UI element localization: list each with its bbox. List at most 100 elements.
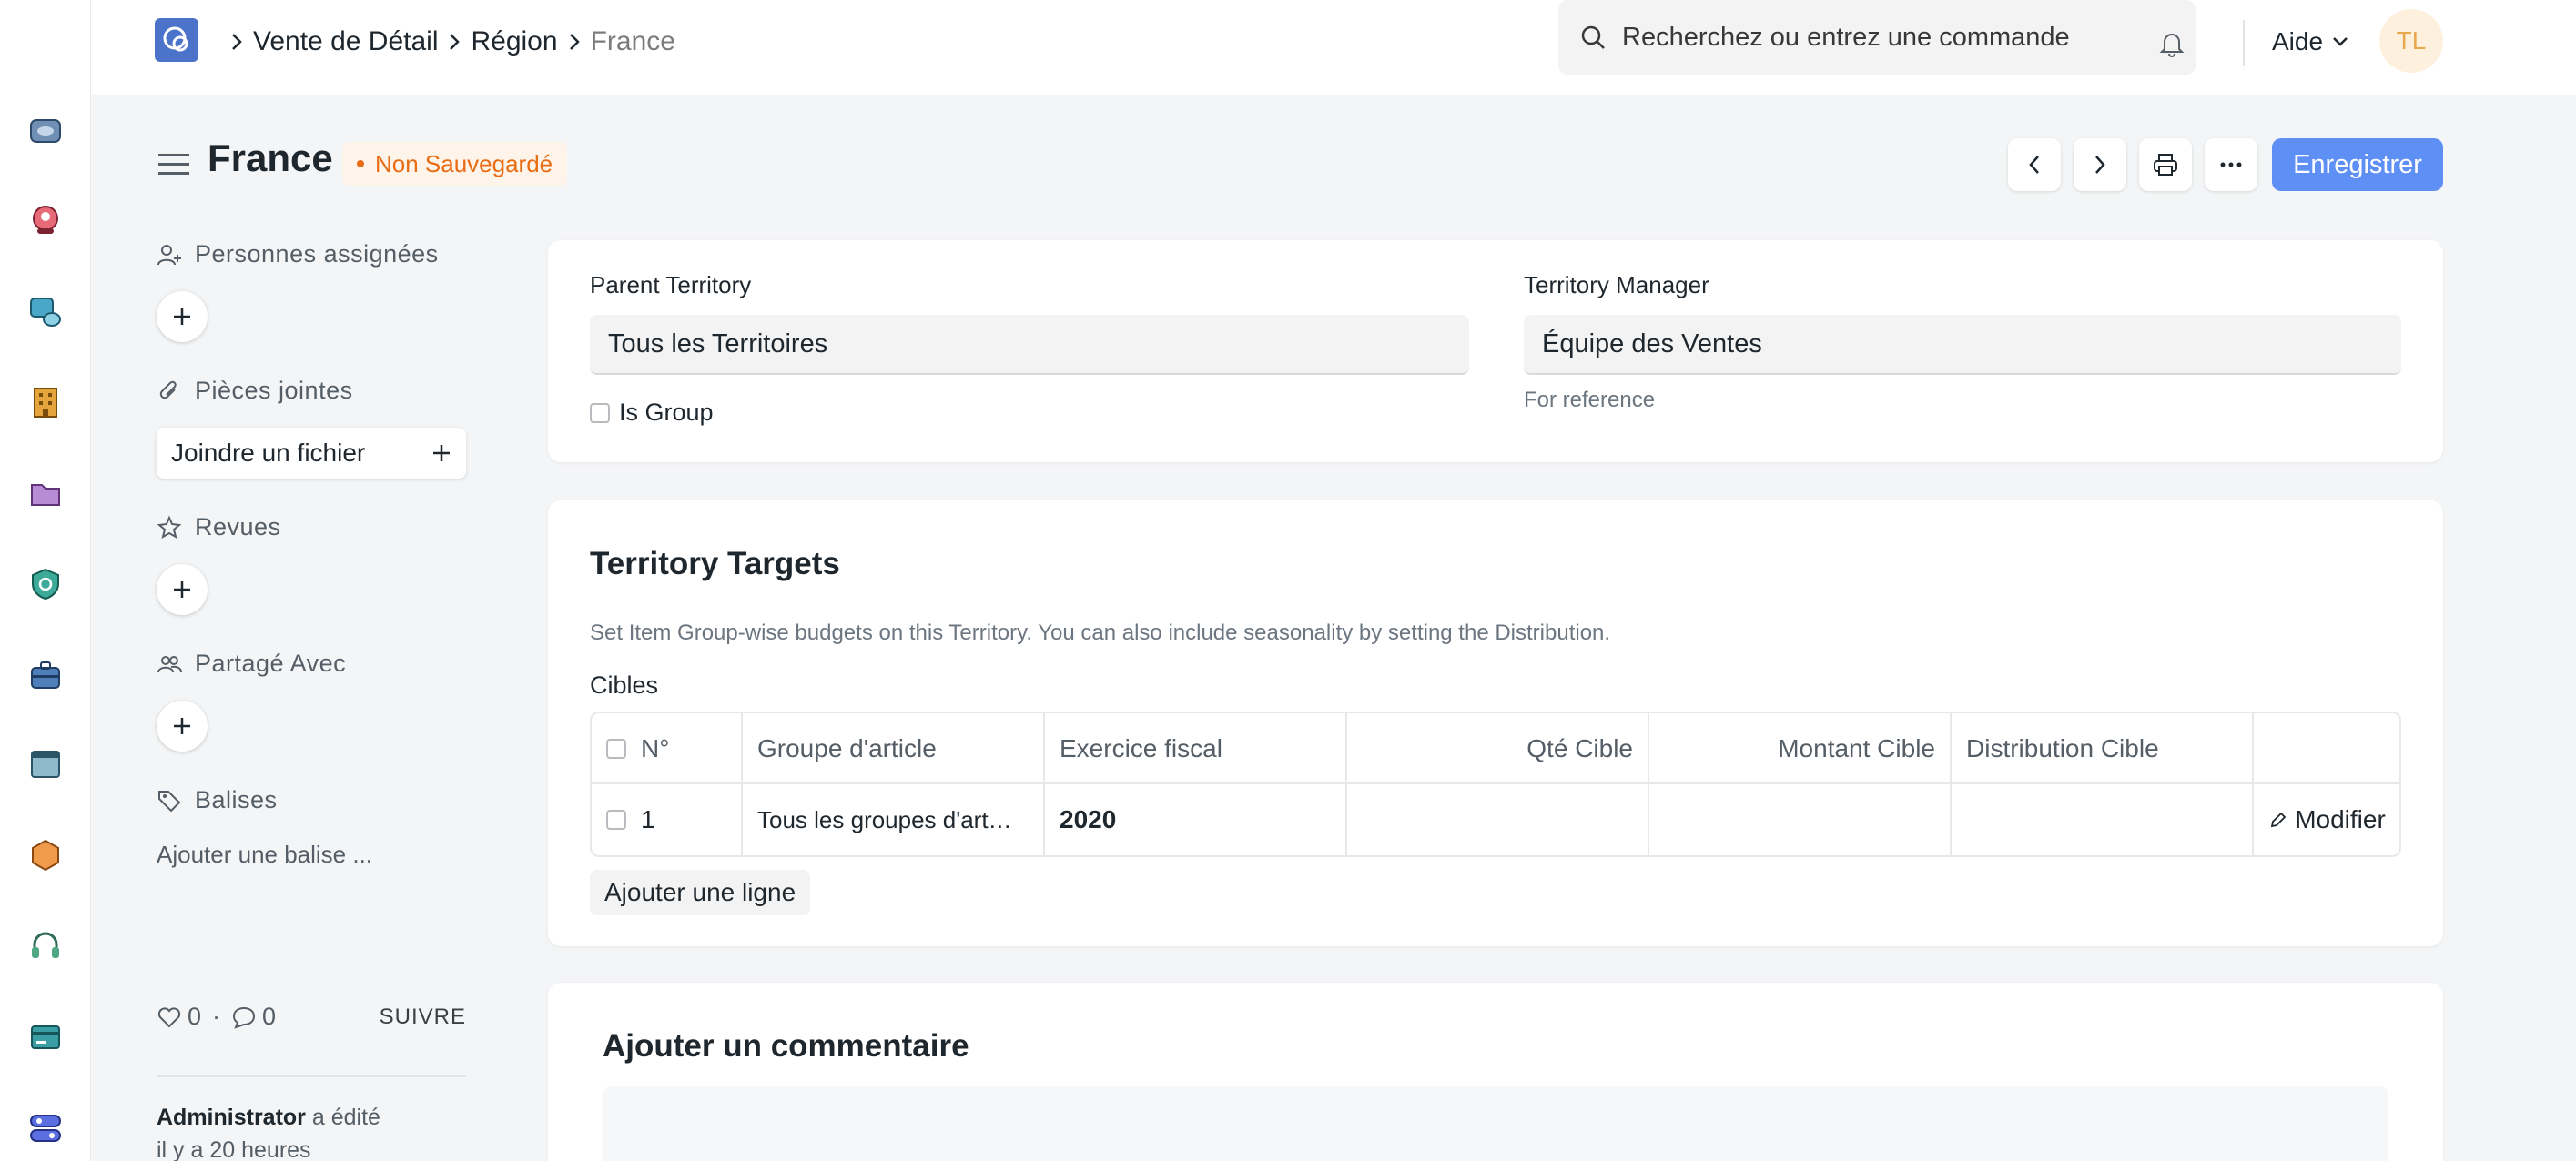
parent-territory-field[interactable]: Tous les Territoires: [590, 315, 1469, 375]
folder-icon[interactable]: [27, 475, 64, 511]
follow-button[interactable]: SUIVRE: [380, 1005, 466, 1030]
breadcrumb: Vente de Détail Région France: [220, 24, 675, 60]
is-group-label: Is Group: [619, 399, 714, 426]
search-placeholder: Recherchez ou entrez une commande: [1622, 22, 2070, 52]
likes-count: 0: [188, 1003, 202, 1030]
parent-territory-value: Tous les Territoires: [608, 328, 828, 358]
target-amount-cell[interactable]: [1649, 784, 1952, 855]
pencil-icon: [2271, 812, 2287, 828]
quality-icon[interactable]: [27, 566, 64, 602]
add-share-button[interactable]: [157, 701, 208, 752]
edit-row-button[interactable]: Modifier: [2254, 784, 2401, 855]
save-button[interactable]: Enregistrer: [2272, 138, 2443, 191]
chevron-down-icon: [2333, 37, 2348, 46]
crm-icon[interactable]: [27, 202, 64, 238]
stats-separator: ·: [212, 1003, 221, 1030]
activity-action: a édité: [311, 1105, 380, 1130]
sidebar-divider: [157, 1075, 466, 1077]
status-label: Non Sauvegardé: [375, 149, 553, 177]
buildings-icon[interactable]: [27, 384, 64, 420]
row-number: 1: [641, 805, 655, 833]
checkbox-icon[interactable]: [590, 402, 610, 423]
more-horizontal-icon: [2220, 162, 2242, 167]
territory-manager-hint: For reference: [1524, 388, 1656, 412]
top-navbar: Vente de Détail Région France Recherchez…: [91, 0, 2576, 95]
avatar[interactable]: TL: [2379, 9, 2443, 73]
territory-manager-label: Territory Manager: [1524, 271, 1709, 298]
help-label: Aide: [2272, 27, 2324, 56]
attachments-label: Pièces jointes: [195, 377, 353, 404]
plus-icon: [174, 718, 190, 734]
hamburger-menu-icon[interactable]: [158, 151, 189, 177]
chevron-right-icon: [449, 33, 461, 51]
table-row[interactable]: 1 Tous les groupes d'art… 2020 Modifier: [592, 784, 2399, 855]
assigned-label: Personnes assignées: [195, 240, 439, 268]
reviews-section: Revues: [157, 513, 281, 541]
section-title[interactable]: Territory Targets: [590, 546, 840, 582]
payroll-icon[interactable]: [27, 1019, 64, 1055]
next-doc-button[interactable]: [2074, 138, 2126, 191]
territory-manager-field[interactable]: Équipe des Ventes: [1524, 315, 2401, 375]
print-button[interactable]: [2139, 138, 2192, 191]
breadcrumb-item[interactable]: Région: [471, 26, 557, 57]
heart-icon[interactable]: [157, 1005, 182, 1029]
chevron-right-icon: [2095, 156, 2105, 174]
search-icon: [1581, 25, 1605, 49]
activity-user[interactable]: Administrator: [157, 1105, 306, 1130]
more-actions-button[interactable]: [2205, 138, 2257, 191]
checkbox-icon[interactable]: [606, 739, 626, 759]
help-dropdown[interactable]: Aide: [2272, 24, 2348, 60]
hexagon-icon[interactable]: [27, 837, 64, 873]
comment-input[interactable]: [603, 1086, 2388, 1161]
accounting-icon[interactable]: [27, 113, 64, 149]
user-plus-icon: [157, 244, 181, 265]
column-header: Montant Cible: [1649, 713, 1952, 784]
add-tag-link[interactable]: Ajouter une balise ...: [157, 841, 372, 869]
plus-icon: [174, 308, 190, 325]
target-qty-cell[interactable]: [1347, 784, 1649, 855]
fiscal-year-cell[interactable]: 2020: [1045, 784, 1347, 855]
territory-manager-value: Équipe des Ventes: [1542, 328, 1762, 358]
plus-icon: [433, 445, 450, 461]
previous-doc-button[interactable]: [2008, 138, 2061, 191]
chevron-left-icon: [2029, 156, 2039, 174]
column-header: Distribution Cible: [1952, 713, 2254, 784]
attach-file-button[interactable]: Joindre un fichier: [157, 428, 466, 479]
distribution-cell[interactable]: [1952, 784, 2254, 855]
column-header-settings: [2254, 713, 2401, 784]
add-assignee-button[interactable]: [157, 291, 208, 342]
comment-icon[interactable]: [231, 1005, 257, 1029]
is-group-checkbox[interactable]: Is Group: [590, 399, 714, 427]
chevron-right-icon: [569, 33, 580, 51]
doc-stats: 0 · 0 SUIVRE: [157, 1003, 466, 1031]
search-input[interactable]: Recherchez ou entrez une commande: [1558, 0, 2196, 75]
toggle-settings-icon[interactable]: [27, 1110, 64, 1146]
edit-row-label: Modifier: [2295, 805, 2386, 833]
support-icon[interactable]: [27, 928, 64, 964]
printer-icon: [2154, 154, 2177, 176]
assigned-section: Personnes assignées: [157, 240, 439, 268]
tag-icon: [158, 790, 181, 812]
plus-icon: [174, 581, 190, 598]
item-group-cell[interactable]: Tous les groupes d'art…: [743, 784, 1045, 855]
notification-bell-icon[interactable]: [2154, 25, 2190, 62]
chevron-right-icon: [231, 33, 242, 51]
breadcrumb-current[interactable]: France: [591, 26, 675, 57]
add-row-button[interactable]: Ajouter une ligne: [590, 870, 811, 915]
page-head: France Non Sauvegardé Enregistrer: [91, 95, 2576, 240]
activity-time: il y a 20 heures: [157, 1137, 311, 1161]
app-logo-icon[interactable]: [155, 18, 198, 62]
add-review-button[interactable]: [157, 564, 208, 615]
column-header: Groupe d'article: [743, 713, 1045, 784]
stock-icon[interactable]: [27, 293, 64, 329]
website-icon[interactable]: [27, 746, 64, 782]
users-icon: [157, 655, 182, 672]
checkbox-icon[interactable]: [606, 810, 626, 830]
reviews-label: Revues: [195, 513, 281, 540]
column-header: N°: [641, 734, 670, 762]
projects-icon[interactable]: [27, 657, 64, 693]
status-badge: Non Sauvegardé: [342, 142, 568, 186]
comments-count: 0: [262, 1003, 277, 1030]
shared-label: Partagé Avec: [195, 650, 347, 677]
breadcrumb-item[interactable]: Vente de Détail: [253, 26, 438, 57]
